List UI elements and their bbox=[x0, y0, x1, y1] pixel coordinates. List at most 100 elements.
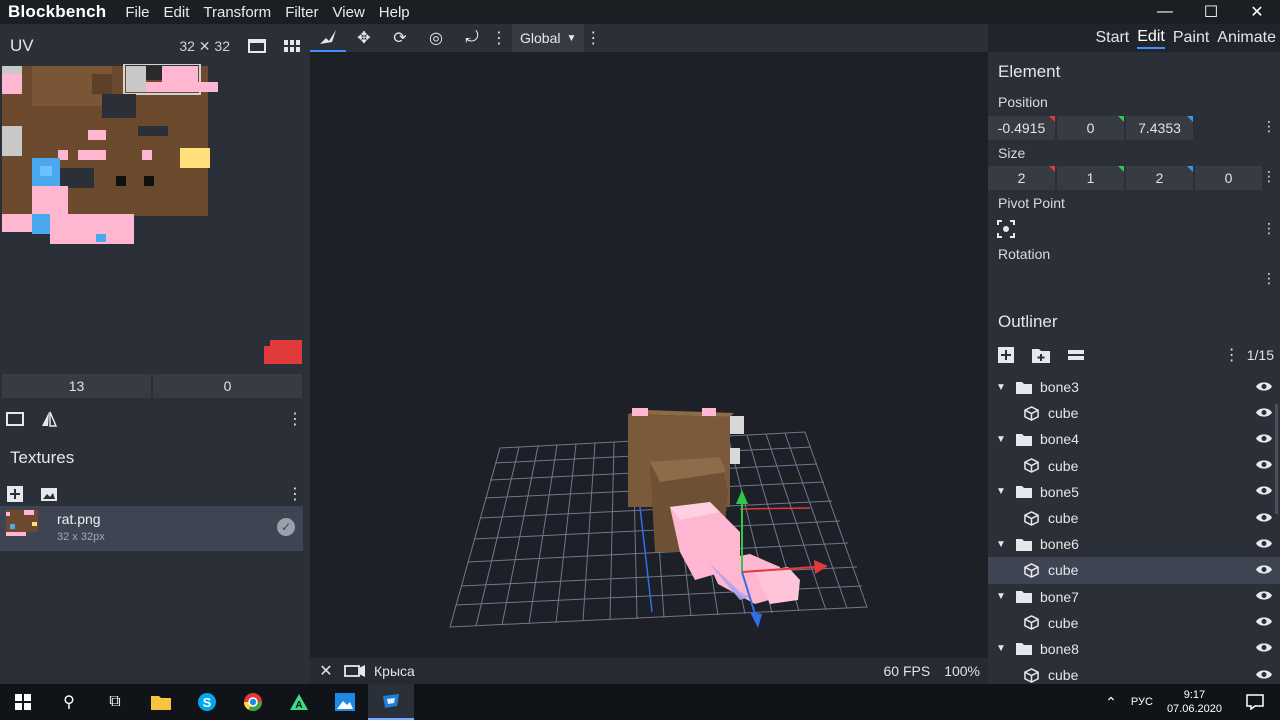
outliner-more-icon[interactable]: ⋮ bbox=[1223, 345, 1241, 365]
visibility-eye-icon[interactable] bbox=[1256, 589, 1272, 604]
chevron-down-icon[interactable]: ▼ bbox=[992, 486, 1010, 497]
vertex-snap-icon[interactable]: ⤾ bbox=[454, 24, 490, 52]
move-select-tool-icon[interactable] bbox=[310, 24, 346, 52]
chevron-down-icon[interactable]: ▼ bbox=[992, 539, 1010, 550]
visibility-eye-icon[interactable] bbox=[1256, 406, 1272, 421]
visibility-eye-icon[interactable] bbox=[1256, 484, 1272, 499]
uv-editor-canvas[interactable] bbox=[2, 64, 302, 368]
menu-view[interactable]: View bbox=[326, 4, 372, 21]
tab-animate[interactable]: Animate bbox=[1217, 29, 1276, 47]
tab-paint[interactable]: Paint bbox=[1173, 29, 1209, 47]
position-x-field[interactable]: -0.4915 bbox=[988, 116, 1055, 140]
collapse-all-icon[interactable] bbox=[1068, 349, 1084, 361]
visibility-eye-icon[interactable] bbox=[1256, 537, 1272, 552]
mirror-uv-icon[interactable] bbox=[40, 411, 58, 427]
outliner-group-row[interactable]: ▼ bone5 bbox=[988, 479, 1280, 505]
rotation-more-icon[interactable]: ⋮ bbox=[1262, 270, 1276, 287]
textures-more-icon[interactable]: ⋮ bbox=[286, 484, 304, 504]
visibility-eye-icon[interactable] bbox=[1256, 432, 1272, 447]
outliner-cube-row[interactable]: cube bbox=[988, 400, 1280, 426]
tray-chevron-up-icon[interactable]: ⌃ bbox=[1105, 694, 1117, 711]
language-indicator[interactable]: РУС bbox=[1131, 696, 1153, 708]
move-tool-icon[interactable]: ✥ bbox=[346, 24, 382, 52]
outliner-cube-row[interactable]: cube bbox=[988, 662, 1280, 684]
menu-file[interactable]: File bbox=[118, 4, 156, 21]
android-studio-icon[interactable]: A bbox=[276, 684, 322, 720]
chevron-down-icon[interactable]: ▼ bbox=[992, 591, 1010, 602]
task-view-icon[interactable]: ⧉ bbox=[92, 684, 138, 720]
uv-x-field[interactable]: 13 bbox=[2, 374, 151, 398]
add-group-icon[interactable] bbox=[1032, 347, 1050, 363]
visibility-eye-icon[interactable] bbox=[1256, 458, 1272, 473]
start-windows-icon[interactable] bbox=[0, 684, 46, 720]
outliner-group-row[interactable]: ▼ bone4 bbox=[988, 426, 1280, 452]
visibility-eye-icon[interactable] bbox=[1256, 511, 1272, 526]
size-x-value: 2 bbox=[1017, 170, 1026, 186]
file-explorer-icon[interactable] bbox=[138, 684, 184, 720]
uv-fullview-icon[interactable] bbox=[248, 38, 266, 54]
uv-y-field[interactable]: 0 bbox=[153, 374, 302, 398]
chevron-down-icon[interactable]: ▼ bbox=[992, 643, 1010, 654]
outliner-cube-row[interactable]: cube bbox=[988, 505, 1280, 531]
menu-filter[interactable]: Filter bbox=[278, 4, 325, 21]
add-cube-icon[interactable] bbox=[998, 347, 1014, 363]
size-z-field[interactable]: 2 bbox=[1126, 166, 1193, 190]
minimize-button[interactable]: — bbox=[1142, 0, 1188, 24]
position-y-field[interactable]: 0 bbox=[1057, 116, 1124, 140]
search-icon[interactable]: ⚲ bbox=[46, 684, 92, 720]
chevron-down-icon[interactable]: ▼ bbox=[992, 434, 1010, 445]
add-texture-icon[interactable] bbox=[6, 485, 26, 503]
size-more-icon[interactable]: ⋮ bbox=[1262, 168, 1276, 185]
visibility-eye-icon[interactable] bbox=[1256, 563, 1272, 578]
size-y-field[interactable]: 1 bbox=[1057, 166, 1124, 190]
outliner-group-row[interactable]: ▼ bone6 bbox=[988, 531, 1280, 557]
menu-edit[interactable]: Edit bbox=[157, 4, 197, 21]
menu-help[interactable]: Help bbox=[372, 4, 417, 21]
outliner-group-row[interactable]: ▼ bone3 bbox=[988, 374, 1280, 400]
position-z-field[interactable]: 7.4353 bbox=[1126, 116, 1193, 140]
rotate-tool-icon[interactable]: ⟳ bbox=[382, 24, 418, 52]
visibility-eye-icon[interactable] bbox=[1256, 615, 1272, 630]
chrome-icon[interactable] bbox=[230, 684, 276, 720]
inflate-field[interactable]: 0 bbox=[1195, 166, 1262, 190]
close-tab-icon[interactable]: ✕ bbox=[310, 661, 342, 681]
maximize-button[interactable]: ☐ bbox=[1188, 0, 1234, 24]
rat-model[interactable] bbox=[628, 408, 800, 604]
outliner-group-row[interactable]: ▼ bone8 bbox=[988, 636, 1280, 662]
blockbench-taskbar-icon[interactable] bbox=[368, 684, 414, 720]
notifications-icon[interactable] bbox=[1246, 694, 1264, 710]
visibility-eye-icon[interactable] bbox=[1256, 380, 1272, 395]
tab-edit[interactable]: Edit bbox=[1137, 28, 1165, 49]
outliner-group-row[interactable]: ▼ bone7 bbox=[988, 584, 1280, 610]
tab-start[interactable]: Start bbox=[1095, 29, 1129, 47]
uv-more-icon[interactable]: ⋮ bbox=[286, 409, 304, 429]
position-more-icon[interactable]: ⋮ bbox=[1262, 118, 1276, 135]
outliner-scrollbar[interactable] bbox=[1275, 404, 1278, 514]
outliner-cube-row[interactable]: cube bbox=[988, 453, 1280, 479]
photos-icon[interactable] bbox=[322, 684, 368, 720]
size-x-field[interactable]: 2 bbox=[988, 166, 1055, 190]
viewport-3d[interactable] bbox=[310, 52, 988, 658]
visibility-eye-icon[interactable] bbox=[1256, 668, 1272, 683]
pivot-more-icon[interactable]: ⋮ bbox=[1262, 220, 1276, 237]
outliner-cube-label: cube bbox=[1048, 614, 1079, 631]
chevron-down-icon[interactable]: ▼ bbox=[992, 382, 1010, 393]
toolbar-options-icon[interactable]: ⋮ bbox=[584, 28, 602, 48]
project-tab-title[interactable]: Крыса bbox=[374, 663, 415, 679]
menu-transform[interactable]: Transform bbox=[196, 4, 278, 21]
skype-icon[interactable]: S bbox=[184, 684, 230, 720]
visibility-eye-icon[interactable] bbox=[1256, 641, 1272, 656]
outliner-cube-row[interactable]: cube bbox=[988, 610, 1280, 636]
transform-space-select[interactable]: Global ▼ bbox=[512, 24, 585, 52]
uv-grid-icon[interactable] bbox=[284, 38, 300, 54]
pivot-tool-icon[interactable]: ◎ bbox=[418, 24, 454, 52]
chevron-down-icon: ▼ bbox=[566, 32, 577, 44]
clock[interactable]: 9:17 07.06.2020 bbox=[1167, 688, 1222, 716]
face-outline-icon[interactable] bbox=[6, 412, 24, 426]
center-pivot-icon[interactable] bbox=[997, 220, 1015, 238]
toolbar-more-icon[interactable]: ⋮ bbox=[490, 28, 508, 48]
import-texture-icon[interactable] bbox=[40, 486, 58, 502]
close-window-button[interactable]: ✕ bbox=[1234, 0, 1280, 24]
outliner-cube-row[interactable]: cube bbox=[988, 557, 1280, 584]
texture-list-item[interactable]: rat.png 32 x 32px ✓ bbox=[0, 506, 303, 551]
